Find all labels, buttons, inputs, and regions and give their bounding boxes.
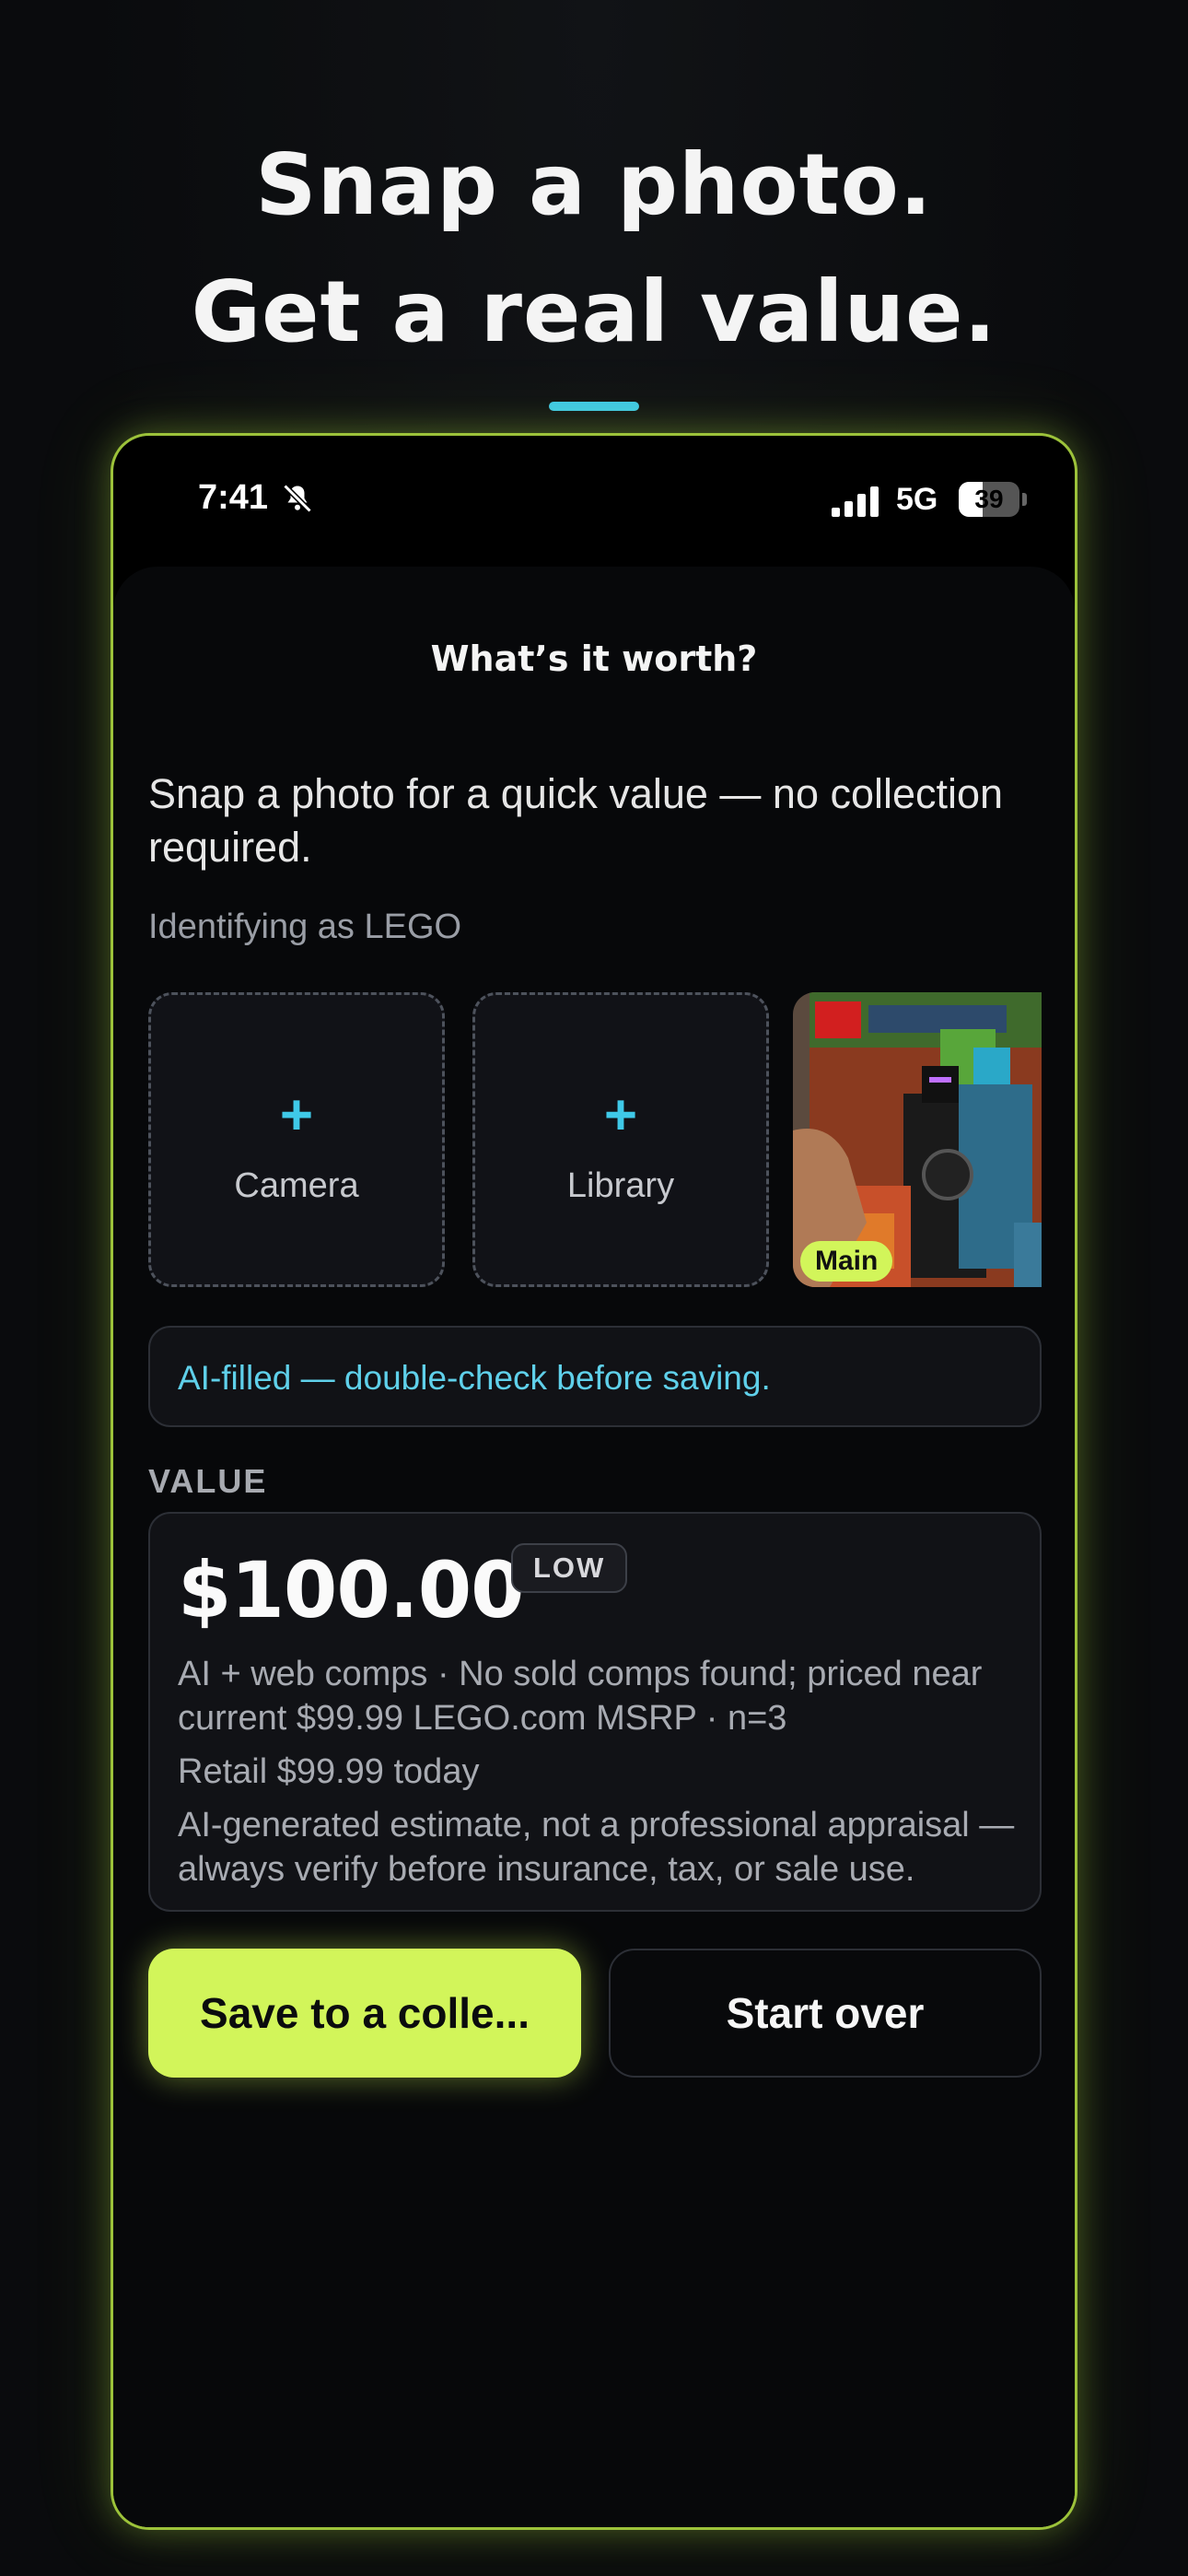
network-type: 5G: [896, 482, 938, 517]
photo-thumbnail[interactable]: Main: [793, 992, 1042, 1287]
screen: Snap a photo. Get a real value. 7:41 5G …: [0, 0, 1188, 2576]
ai-notice-text: AI-filled — double-check before saving.: [178, 1359, 771, 1397]
headline-line-2: Get a real value.: [191, 263, 997, 361]
cellular-signal-icon: [832, 486, 881, 517]
accent-divider: [549, 402, 639, 411]
headline-line-1: Snap a photo.: [255, 135, 933, 234]
battery-icon: 39: [959, 482, 1019, 517]
plus-icon: +: [279, 1083, 314, 1147]
camera-label: Camera: [234, 1166, 359, 1205]
status-time: 7:41: [198, 478, 269, 517]
battery-tip: [1022, 493, 1027, 506]
device-frame: 7:41 5G 39 What’s it worth? Snap a photo…: [111, 433, 1077, 2530]
bell-slash-icon: [283, 484, 312, 513]
confidence-badge: LOW: [511, 1543, 628, 1593]
identifying-label: Identifying as LEGO: [148, 907, 462, 946]
battery-percent: 39: [974, 485, 1004, 513]
camera-button[interactable]: + Camera: [148, 992, 445, 1287]
value-sheet: What’s it worth? Snap a photo for a quic…: [113, 567, 1075, 2527]
start-over-button[interactable]: Start over: [609, 1949, 1042, 2078]
ai-notice-banner: AI-filled — double-check before saving.: [148, 1326, 1042, 1427]
value-card: $100.00 LOW AI + web comps · No sold com…: [148, 1512, 1042, 1912]
estimated-price: $100.00: [178, 1545, 525, 1635]
sheet-title: What’s it worth?: [430, 638, 758, 679]
library-label: Library: [566, 1166, 675, 1205]
headline: Snap a photo. Get a real value.: [0, 122, 1188, 376]
save-to-collection-button[interactable]: Save to a colle...: [148, 1949, 581, 2078]
retail-note: Retail $99.99 today: [178, 1752, 480, 1791]
main-photo-badge: Main: [800, 1241, 893, 1282]
status-bar: 7:41 5G 39: [113, 436, 1075, 565]
value-section-label: VALUE: [148, 1462, 268, 1500]
plus-icon: +: [603, 1083, 638, 1147]
comps-note: AI + web comps · No sold comps found; pr…: [178, 1655, 983, 1738]
library-button[interactable]: + Library: [472, 992, 769, 1287]
photo-picker: + Camera + Library Main: [148, 992, 1042, 1287]
intro-text: Snap a photo for a quick value — no coll…: [148, 770, 1004, 871]
disclaimer-text: AI-generated estimate, not a professiona…: [178, 1806, 1015, 1889]
